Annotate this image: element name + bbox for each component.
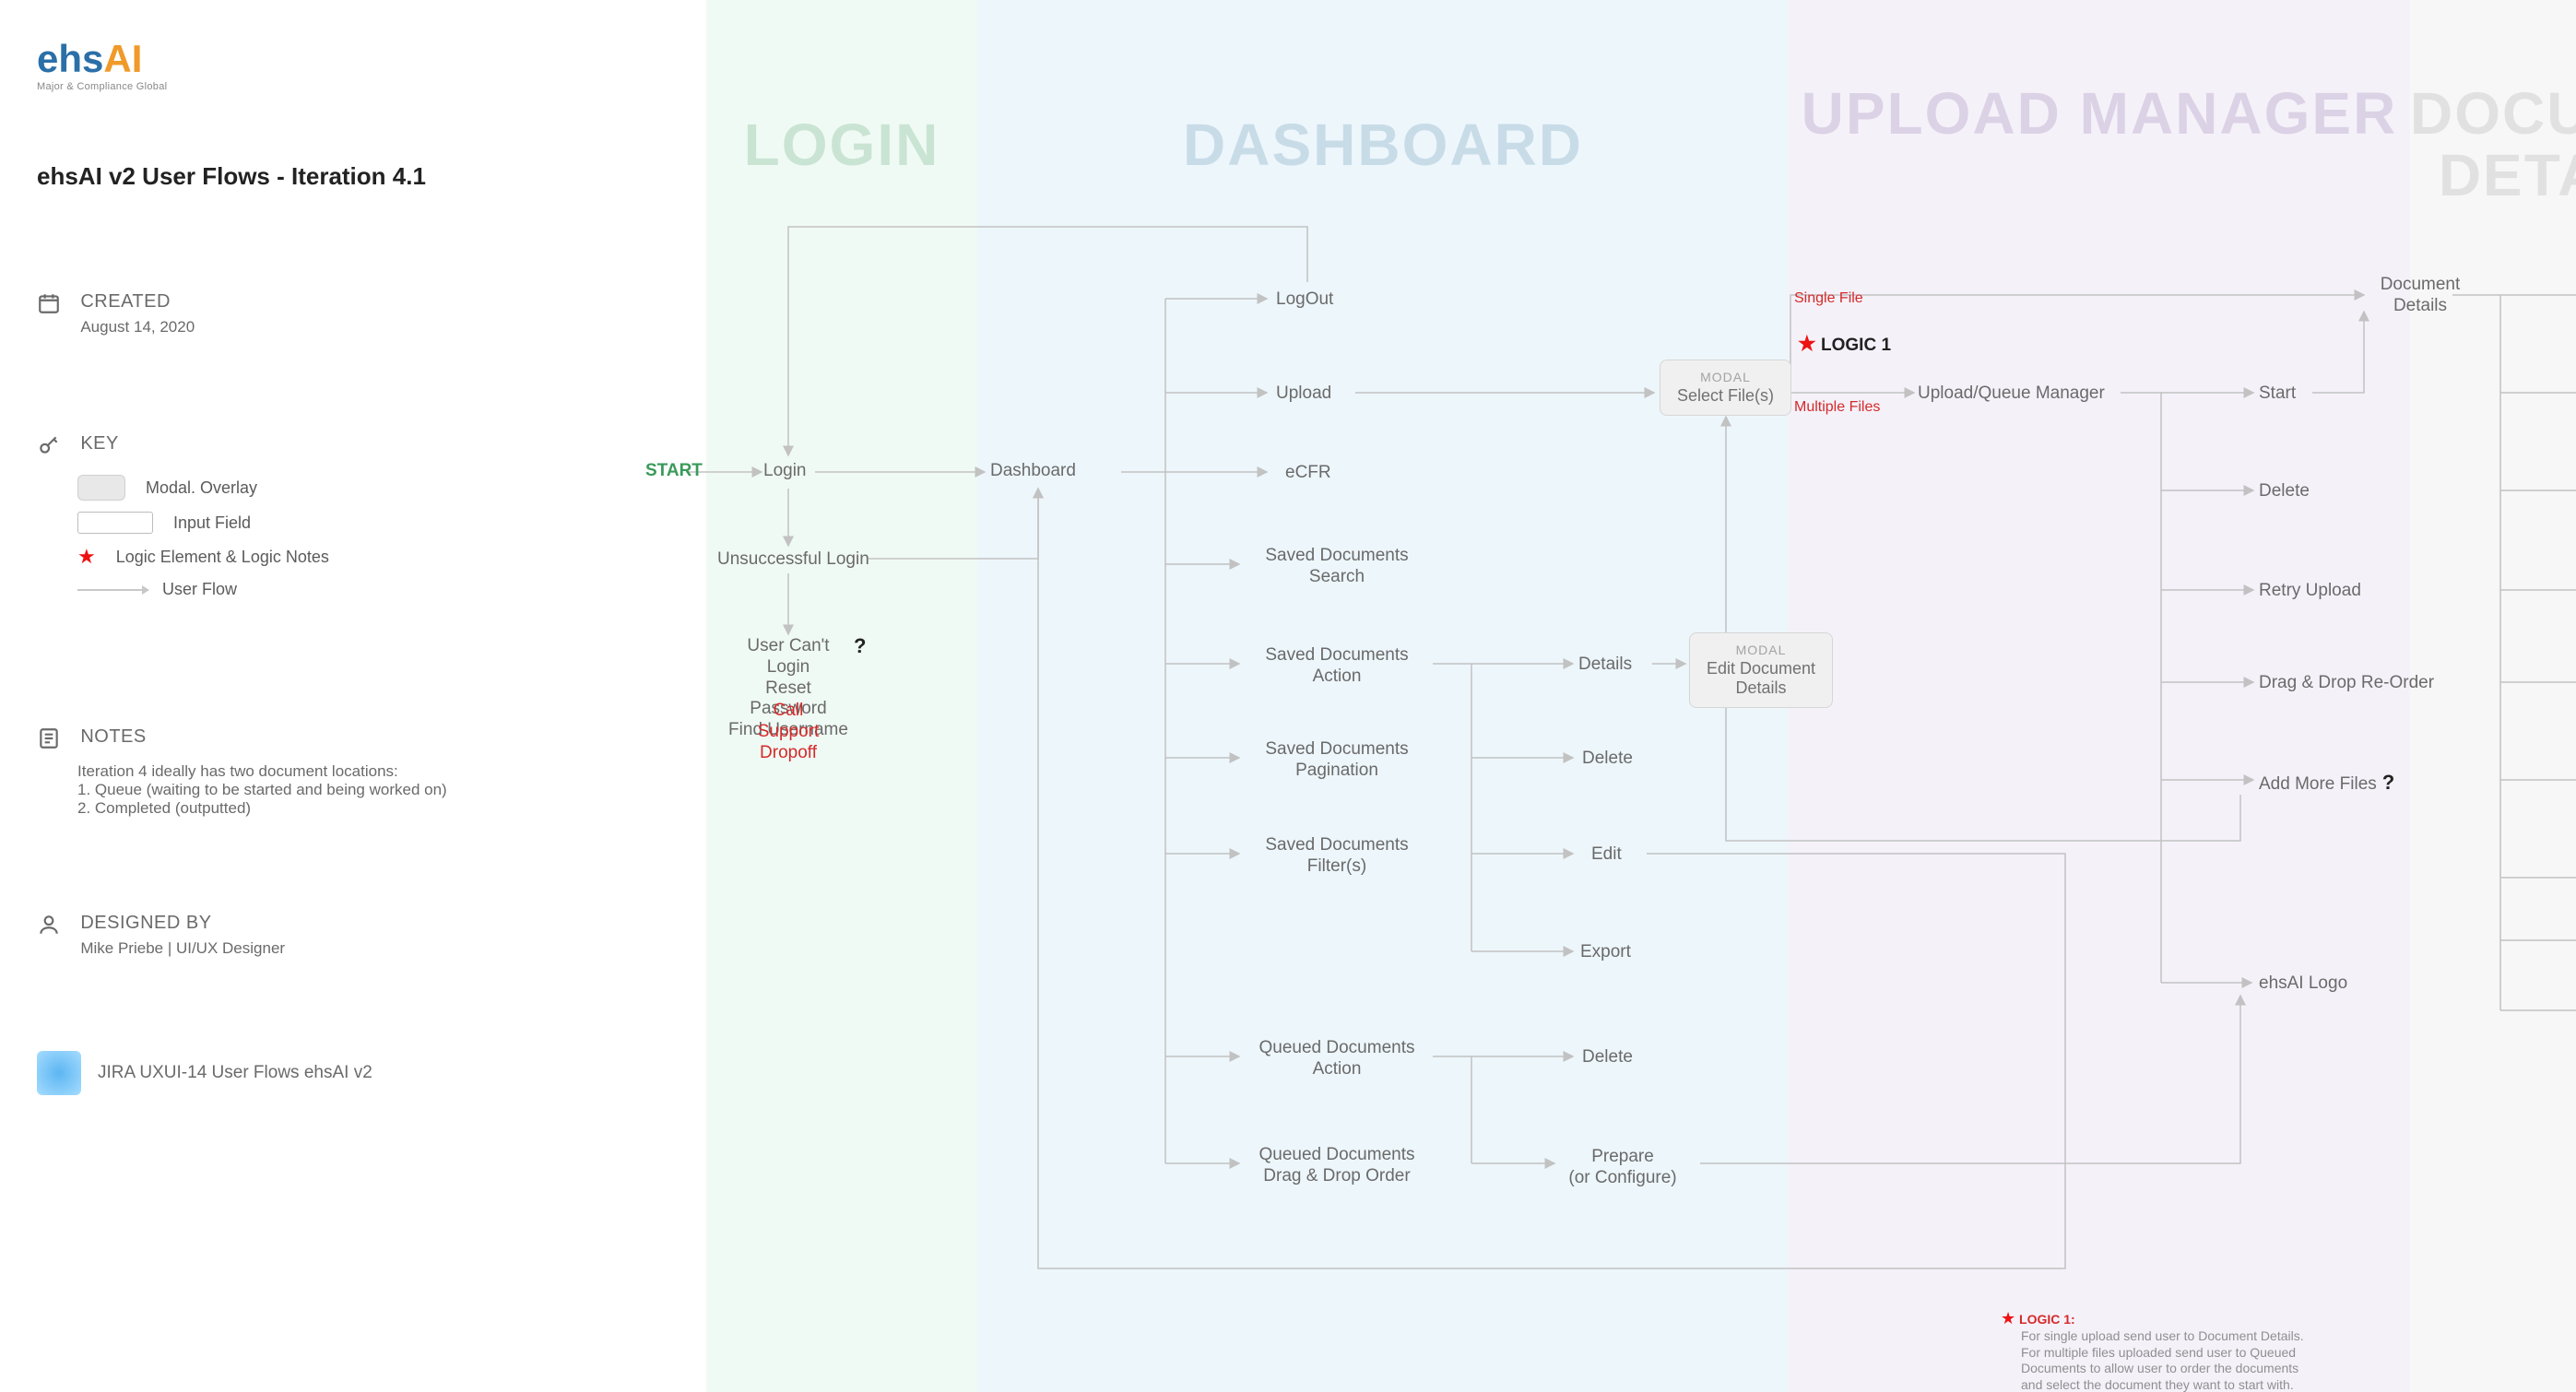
- logic1-footnote: ★ LOGIC 1: For single upload send user t…: [2001, 1309, 2304, 1392]
- key-logic-label: Logic Element & Logic Notes: [116, 548, 329, 567]
- jira-icon: [37, 1051, 81, 1095]
- designed-label: DESIGNED BY: [80, 913, 285, 934]
- node-delete2: Delete: [1582, 1047, 1633, 1068]
- node-queued-dnd: Queued Documents Drag & Drop Order: [1245, 1145, 1429, 1187]
- created-block: CREATED August 14, 2020: [37, 291, 195, 336]
- modal-select-files: MODAL Select File(s): [1660, 360, 1791, 416]
- question-icon2: ?: [2382, 771, 2394, 794]
- node-mgr-addmore: Add More Files?: [2259, 771, 2394, 796]
- calendar-icon: [37, 291, 61, 318]
- key-flow-label: User Flow: [162, 580, 237, 599]
- node-saved-search: Saved Documents Search: [1245, 546, 1429, 588]
- logo-tag: Major & Compliance Global: [37, 81, 167, 92]
- key-input-row: Input Field: [77, 512, 329, 534]
- jira-block[interactable]: JIRA UXUI-14 User Flows ehsAI v2: [37, 1051, 372, 1095]
- node-mgr-logo: ehsAI Logo: [2259, 973, 2347, 995]
- key-icon: [37, 433, 61, 460]
- node-details: Details: [1578, 655, 1632, 676]
- node-start: START: [645, 461, 703, 482]
- node-ecfr: eCFR: [1285, 463, 1331, 484]
- node-login: Login: [763, 461, 807, 482]
- key-block: KEY Modal. Overlay Input Field ★ Logic El…: [37, 433, 329, 610]
- jira-text: JIRA UXUI-14 User Flows ehsAI v2: [98, 1063, 372, 1083]
- key-input-label: Input Field: [173, 513, 251, 533]
- lane-detail-title: DOCUMENT DETAIL: [2410, 83, 2576, 206]
- node-mgr-retry: Retry Upload: [2259, 581, 2361, 602]
- notes-label: NOTES: [80, 726, 146, 747]
- key-label: KEY: [80, 433, 119, 454]
- question-icon: ?: [848, 634, 866, 659]
- designed-value: Mike Priebe | UI/UX Designer: [80, 939, 285, 958]
- node-logout: LogOut: [1276, 289, 1333, 311]
- created-label: CREATED: [80, 291, 195, 313]
- created-value: August 14, 2020: [80, 318, 195, 336]
- node-mgr-reorder: Drag & Drop Re-Order: [2259, 673, 2434, 694]
- designed-block: DESIGNED BY Mike Priebe | UI/UX Designer: [37, 913, 285, 958]
- node-prepare: Prepare (or Configure): [1558, 1147, 1687, 1189]
- label-multi-file: Multiple Files: [1794, 398, 1880, 416]
- node-logic1: ★ LOGIC 1: [1798, 332, 1891, 357]
- node-mgr-start: Start: [2259, 383, 2296, 405]
- star-icon2: ★: [1798, 332, 1816, 355]
- modal-edit-doc: MODAL Edit Document Details: [1689, 632, 1833, 708]
- node-upload: Upload: [1276, 383, 1331, 405]
- key-modal-label: Modal. Overlay: [146, 478, 257, 498]
- lane-login-title: LOGIN: [706, 111, 977, 179]
- logo: ehsAI Major & Compliance Global: [37, 37, 167, 92]
- canvas[interactable]: LOGIN DASHBOARD UPLOAD MANAGER DOCUMENT …: [0, 0, 2576, 1392]
- node-uqm: Upload/Queue Manager: [1918, 383, 2105, 405]
- key-flow-row: User Flow: [77, 580, 329, 599]
- node-saved-filter: Saved Documents Filter(s): [1245, 835, 1429, 878]
- notes-body: Iteration 4 ideally has two document loc…: [77, 762, 447, 818]
- node-delete: Delete: [1582, 749, 1633, 770]
- modal-edit-doc-text: Edit Document Details: [1707, 659, 1815, 698]
- lane-dashboard-title: DASHBOARD: [977, 111, 1789, 179]
- node-mgr-delete: Delete: [2259, 481, 2310, 502]
- lane-detail-bg: [2410, 0, 2576, 1392]
- key-logic-row: ★ Logic Element & Logic Notes: [77, 545, 329, 569]
- key-modal-swatch: [77, 475, 125, 501]
- node-doc-details: Document Details: [2369, 275, 2471, 317]
- node-unsuccessful: Unsuccessful Login: [717, 549, 869, 571]
- person-icon: [37, 913, 61, 939]
- logic1-foot-title: LOGIC 1:: [2019, 1312, 2075, 1327]
- arrow-icon: [77, 589, 142, 591]
- modal-tag-2: MODAL: [1707, 643, 1815, 657]
- star-icon: ★: [77, 545, 96, 569]
- modal-select-files-text: Select File(s): [1677, 386, 1774, 406]
- node-saved-action: Saved Documents Action: [1245, 645, 1429, 688]
- node-cantlogin-red: Call Support Dropoff: [745, 701, 832, 763]
- logic1-text: LOGIC 1: [1821, 336, 1891, 355]
- key-input-swatch: [77, 512, 153, 534]
- logic1-foot-body: For single upload send user to Document …: [2021, 1328, 2304, 1392]
- node-saved-pag: Saved Documents Pagination: [1245, 739, 1429, 782]
- notes-block: NOTES Iteration 4 ideally has two docume…: [37, 726, 447, 818]
- node-queued-action: Queued Documents Action: [1245, 1038, 1429, 1080]
- node-dashboard: Dashboard: [990, 461, 1076, 482]
- star-icon3: ★: [2001, 1309, 2015, 1327]
- lane-upload-title: UPLOAD MANAGER: [1789, 83, 2410, 145]
- modal-tag-1: MODAL: [1677, 370, 1774, 384]
- notes-icon: [37, 726, 61, 753]
- lane-upload-bg: [1789, 0, 2410, 1392]
- node-export: Export: [1580, 942, 1631, 963]
- node-edit: Edit: [1591, 844, 1622, 866]
- label-single-file: Single File: [1794, 289, 1863, 307]
- page-title: ehsAI v2 User Flows - Iteration 4.1: [37, 162, 426, 191]
- key-modal-row: Modal. Overlay: [77, 475, 329, 501]
